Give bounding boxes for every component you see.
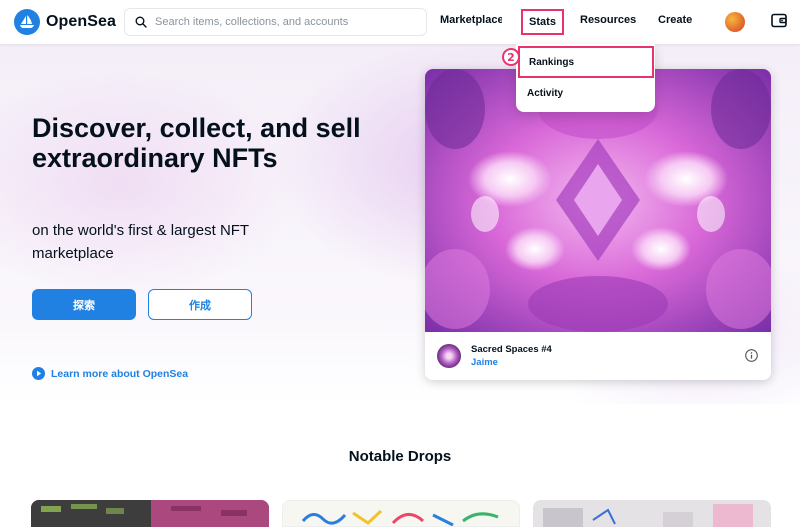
creator-avatar[interactable] — [437, 344, 461, 368]
menu-item-activity[interactable]: Activity — [516, 88, 655, 99]
search-icon — [135, 16, 147, 28]
featured-nft-footer: Sacred Spaces #4 Jaime — [425, 332, 771, 380]
opensea-logo-icon — [14, 9, 40, 35]
nav-resources[interactable]: Resources — [580, 14, 636, 26]
menu-item-rankings[interactable]: Rankings — [518, 46, 654, 78]
hero-title: Discover, collect, and sell extraordinar… — [32, 113, 361, 173]
learn-more-label: Learn more about OpenSea — [51, 367, 189, 380]
drop-card[interactable] — [31, 500, 269, 527]
drop-card-image — [31, 500, 269, 527]
drop-card-image — [301, 509, 499, 526]
info-icon[interactable] — [745, 349, 758, 362]
step-2-annotation-badge: 2 — [502, 48, 520, 66]
drop-card-image — [533, 500, 771, 527]
nav-stats[interactable]: Stats — [521, 9, 564, 35]
wallet-icon[interactable] — [771, 13, 787, 33]
nft-creator-link[interactable]: Jaime — [471, 357, 498, 368]
nft-name[interactable]: Sacred Spaces #4 — [471, 344, 552, 355]
nav-create[interactable]: Create — [658, 14, 692, 26]
profile-avatar[interactable] — [725, 12, 745, 32]
create-button[interactable]: 作成 — [148, 289, 252, 320]
drop-card[interactable] — [533, 500, 771, 527]
search-bar[interactable] — [124, 8, 427, 36]
featured-nft-card[interactable]: Sacred Spaces #4 Jaime — [425, 69, 771, 380]
learn-more-link[interactable]: Learn more about OpenSea — [32, 367, 188, 380]
top-navigation-bar: OpenSea Marketplace Stats Resources Crea… — [0, 0, 800, 44]
brand-name: OpenSea — [46, 13, 117, 30]
explore-button[interactable]: 探索 — [32, 289, 136, 320]
play-circle-icon — [32, 367, 45, 380]
notable-drops-heading: Notable Drops — [348, 448, 452, 465]
search-input[interactable] — [155, 16, 415, 28]
stats-dropdown-menu: Rankings Activity — [516, 44, 655, 112]
drop-card[interactable] — [282, 500, 520, 527]
hero-subtitle: on the world's first & largest NFT marke… — [32, 222, 249, 262]
opensea-logo[interactable]: OpenSea — [14, 9, 116, 35]
nav-marketplace[interactable]: Marketplace — [440, 14, 502, 26]
nav-stats-label: Stats — [529, 16, 556, 28]
